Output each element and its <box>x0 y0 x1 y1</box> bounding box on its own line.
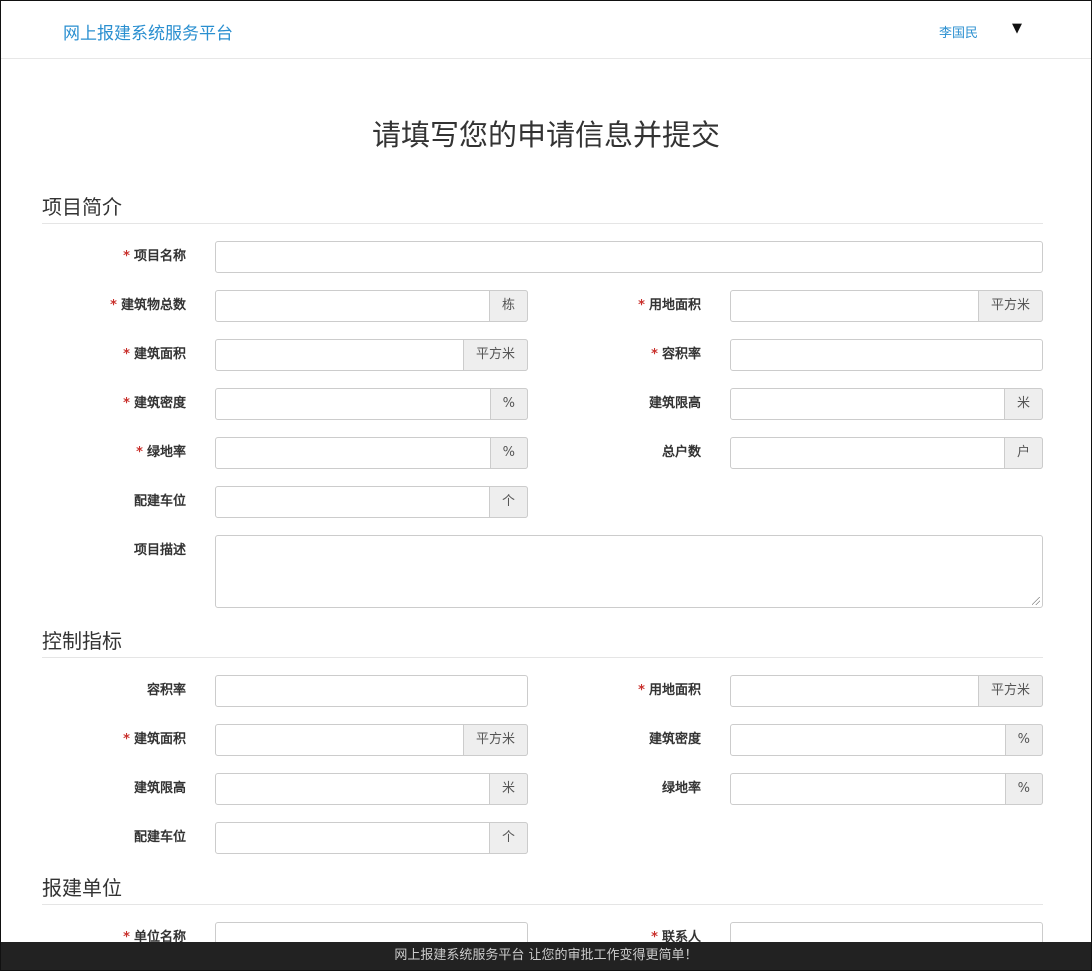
label-plot-ratio: * 容积率 <box>651 347 701 362</box>
section-title: 控制指标 <box>42 629 122 653</box>
required-mark: * <box>136 445 143 460</box>
section-heading-intro: 项目简介 <box>42 191 1043 224</box>
plot-ratio-input[interactable] <box>730 339 1043 371</box>
label-project-name: * 项目名称 <box>123 249 186 264</box>
required-mark: * <box>123 732 130 747</box>
project-name-input[interactable] <box>215 241 1043 273</box>
unit-addon: 平方米 <box>462 339 528 371</box>
app-window: 网上报建系统服务平台 李国民 ▼ 请填写您的申请信息并提交 项目简介 * 项目名称… <box>0 0 1092 971</box>
control-density-input[interactable]: % <box>730 724 1043 756</box>
user-name-link[interactable]: 李国民 <box>939 22 978 41</box>
building-count-input[interactable]: 栋 <box>215 290 528 322</box>
control-land-area-input[interactable]: 平方米 <box>730 675 1043 707</box>
height-limit-input[interactable]: 米 <box>730 388 1043 420</box>
label-control-green-rate: 绿地率 <box>661 781 701 796</box>
label-control-floor-area: * 建筑面积 <box>123 732 186 747</box>
required-mark: * <box>638 683 645 698</box>
unit-addon: 个 <box>488 486 528 518</box>
label-density: * 建筑密度 <box>123 396 186 411</box>
top-navbar: 网上报建系统服务平台 李国民 ▼ <box>1 1 1091 59</box>
unit-addon: 户 <box>1003 437 1043 469</box>
description-textarea[interactable] <box>215 535 1043 608</box>
page-title: 请填写您的申请信息并提交 <box>371 118 720 152</box>
label-land-area: * 用地面积 <box>638 298 701 313</box>
required-mark: * <box>110 298 117 313</box>
unit-addon: 平方米 <box>977 290 1043 322</box>
label-households: 总户数 <box>661 445 701 460</box>
control-green-rate-input[interactable]: % <box>730 773 1043 805</box>
required-mark: * <box>123 249 130 264</box>
unit-addon: % <box>1004 773 1043 805</box>
footer-bar: 网上报建系统服务平台 让您的审批工作变得更简单！ <box>1 942 1091 970</box>
unit-addon: % <box>1004 724 1043 756</box>
label-control-parking: 配建车位 <box>133 830 186 845</box>
label-control-land-area: * 用地面积 <box>638 683 701 698</box>
label-description: 项目描述 <box>133 543 186 558</box>
label-control-plot-ratio: 容积率 <box>146 683 186 698</box>
label-parking: 配建车位 <box>133 494 186 509</box>
section-title: 报建单位 <box>42 876 122 900</box>
control-height-limit-input[interactable]: 米 <box>215 773 528 805</box>
unit-addon: 平方米 <box>462 724 528 756</box>
unit-addon: 个 <box>488 822 528 854</box>
households-input[interactable]: 户 <box>730 437 1043 469</box>
section-heading-unit: 报建单位 <box>42 872 1043 905</box>
green-rate-input[interactable]: % <box>215 437 528 469</box>
label-control-density: 建筑密度 <box>648 732 701 747</box>
label-floor-area: * 建筑面积 <box>123 347 186 362</box>
required-mark: * <box>638 298 645 313</box>
user-menu-caret-icon[interactable]: ▼ <box>1012 21 1022 36</box>
required-mark: * <box>651 347 658 362</box>
required-mark: * <box>123 347 130 362</box>
parking-input[interactable]: 个 <box>215 486 528 518</box>
brand-title[interactable]: 网上报建系统服务平台 <box>63 19 233 44</box>
section-title: 项目简介 <box>42 195 122 219</box>
label-height-limit: 建筑限高 <box>648 396 701 411</box>
land-area-input[interactable]: 平方米 <box>730 290 1043 322</box>
label-building-count: * 建筑物总数 <box>110 298 186 313</box>
unit-addon: 米 <box>1003 388 1043 420</box>
label-green-rate: * 绿地率 <box>136 445 186 460</box>
resize-grip-icon[interactable] <box>1032 597 1040 605</box>
density-input[interactable]: % <box>215 388 528 420</box>
section-heading-control: 控制指标 <box>42 625 1043 658</box>
label-control-height-limit: 建筑限高 <box>133 781 186 796</box>
control-plot-ratio-input[interactable] <box>215 675 528 707</box>
floor-area-input[interactable]: 平方米 <box>215 339 528 371</box>
required-mark: * <box>123 396 130 411</box>
control-parking-input[interactable]: 个 <box>215 822 528 854</box>
unit-addon: 平方米 <box>977 675 1043 707</box>
control-floor-area-input[interactable]: 平方米 <box>215 724 528 756</box>
